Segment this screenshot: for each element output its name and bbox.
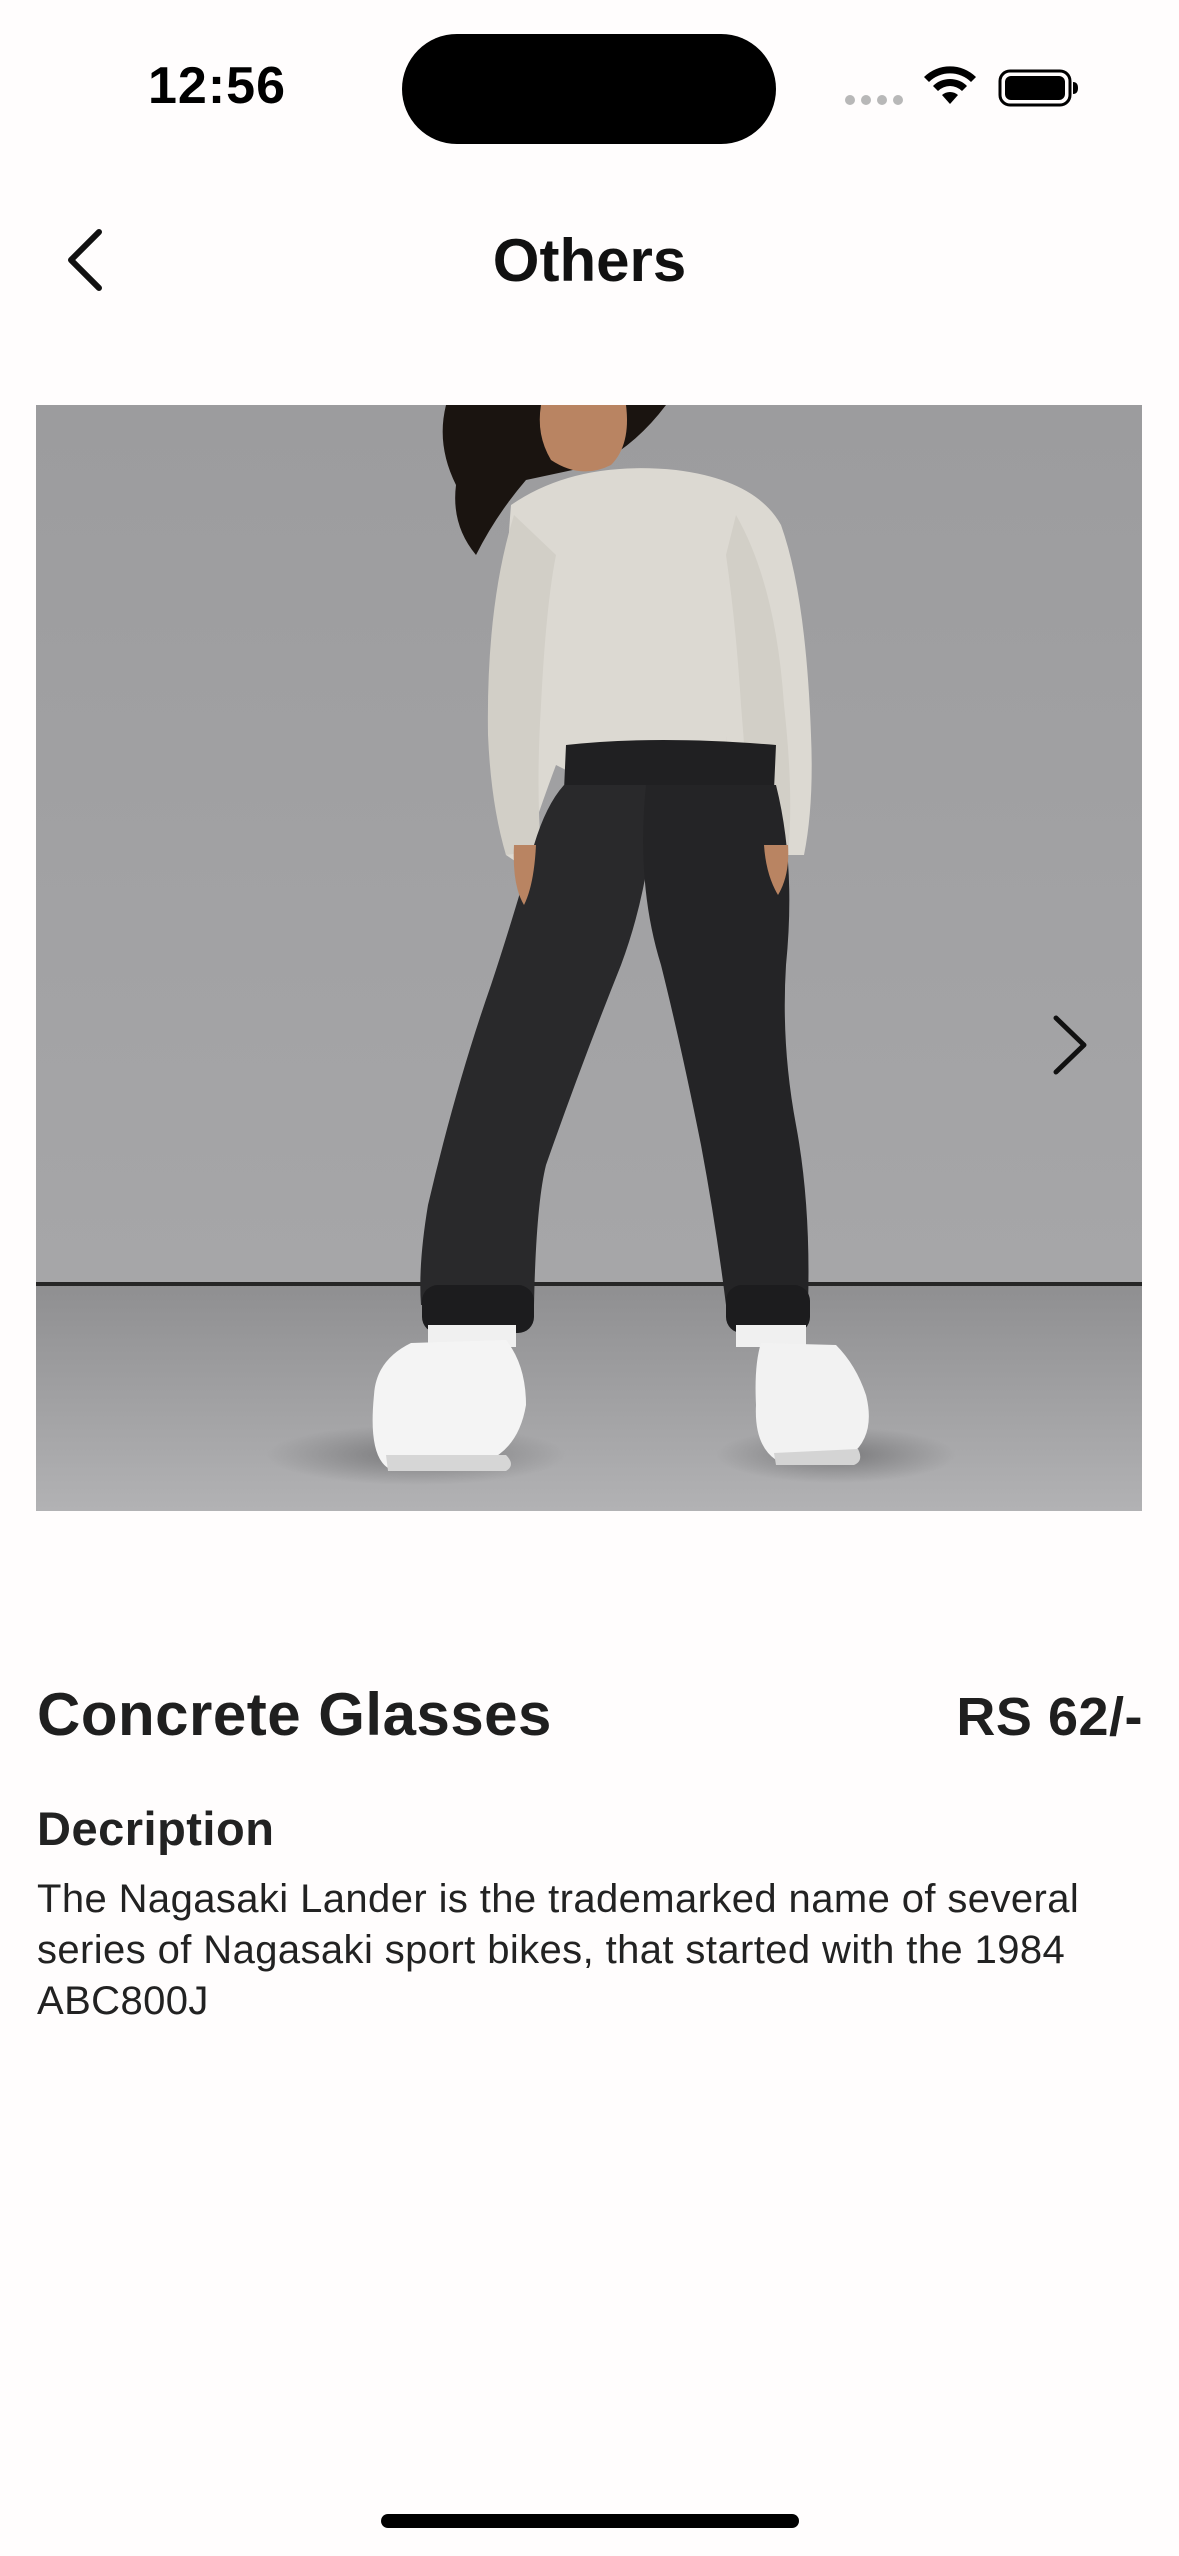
dynamic-island xyxy=(402,34,776,144)
page-title: Others xyxy=(492,227,687,294)
next-image-button[interactable] xyxy=(1020,1000,1120,1090)
product-photo xyxy=(36,405,1142,1511)
product-name: Concrete Glasses xyxy=(37,1681,552,1748)
product-detail-screen: 12:56 Others Concrete Glasses RS 62/- De… xyxy=(0,0,1179,2556)
description-text: The Nagasaki Lander is the trademarked n… xyxy=(37,1877,1080,2023)
wifi-icon xyxy=(922,64,978,108)
cellular-signal-icon xyxy=(845,95,905,105)
product-info: Concrete Glasses RS 62/- Decription The … xyxy=(37,1680,1143,2027)
product-image[interactable] xyxy=(36,405,1142,1511)
description-heading: Decription xyxy=(37,1802,275,1855)
chevron-right-icon xyxy=(1053,1015,1087,1075)
product-price: RS 62/- xyxy=(956,1687,1143,1747)
battery-icon xyxy=(998,68,1080,108)
navigation-bar: Others xyxy=(0,180,1179,340)
status-bar: 12:56 xyxy=(0,0,1179,170)
title-row: Concrete Glasses RS 62/- xyxy=(37,1680,1143,1749)
home-indicator[interactable] xyxy=(381,2514,799,2528)
status-time: 12:56 xyxy=(148,57,286,115)
